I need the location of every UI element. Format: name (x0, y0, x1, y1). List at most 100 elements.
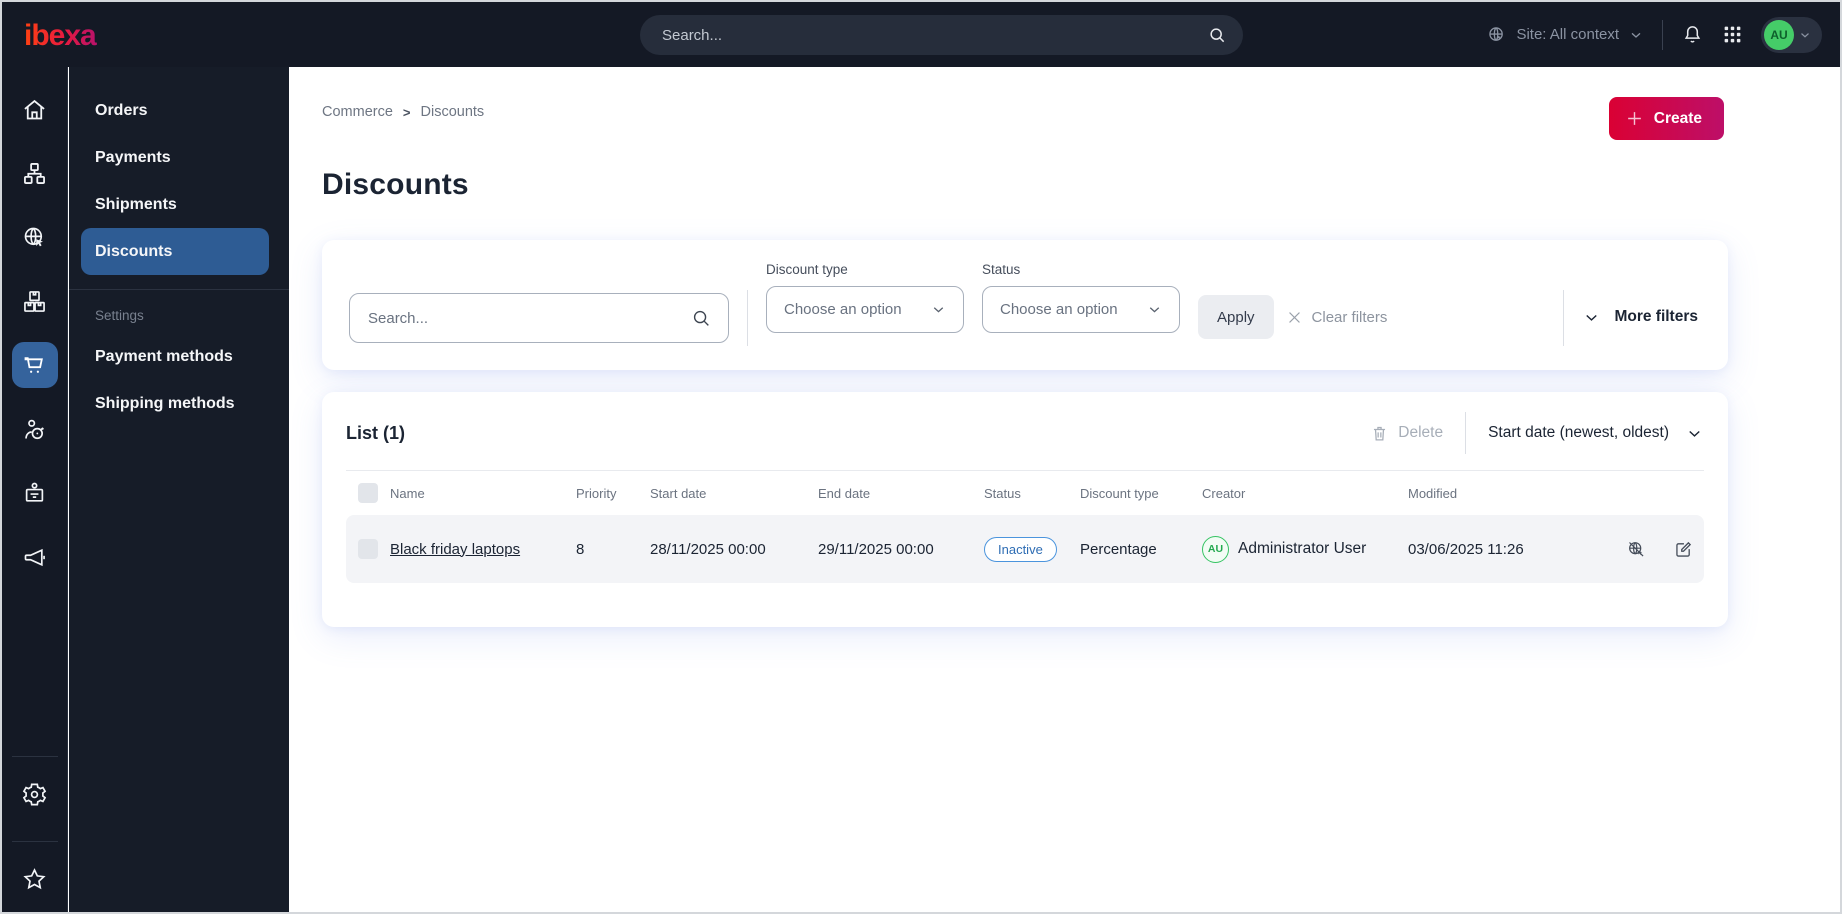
gear-icon (21, 781, 48, 808)
menu-item-payments[interactable]: Payments (81, 134, 269, 181)
menu-item-discounts[interactable]: Discounts (81, 228, 269, 275)
chevron-down-icon (1685, 424, 1704, 443)
discount-priority: 8 (576, 540, 585, 558)
chevron-down-icon (1146, 301, 1163, 318)
delete-button[interactable]: Delete (1370, 424, 1443, 443)
topbar: ibexa Search... Site: All context AU (2, 2, 1840, 67)
table-header-row: Name Priority Start date End date Status… (346, 471, 1704, 515)
menu-item-shipping-methods[interactable]: Shipping methods (81, 380, 269, 427)
discount-type-value-cell: Percentage (1080, 540, 1157, 558)
column-header-discount-type: Discount type (1080, 485, 1159, 501)
chevron-down-icon (1798, 28, 1812, 42)
rail-item-admin-settings[interactable] (12, 771, 58, 817)
notifications-button[interactable] (1681, 23, 1704, 46)
close-icon (1286, 309, 1303, 326)
sort-label: Start date (newest, oldest) (1488, 424, 1669, 441)
creator-name: Administrator User (1238, 540, 1367, 557)
topbar-divider (1662, 19, 1663, 50)
rail-item-id-badge[interactable] (12, 470, 58, 516)
chevron-down-icon (930, 301, 947, 318)
column-header-priority: Priority (576, 485, 617, 501)
breadcrumb-separator: > (402, 104, 411, 120)
select-all-checkbox[interactable] (358, 483, 378, 503)
creator-avatar: AU (1202, 535, 1229, 563)
row-checkbox[interactable] (358, 539, 378, 559)
list-divider (1465, 412, 1467, 454)
edit-icon (1673, 539, 1694, 560)
rail-item-content-tree[interactable] (12, 150, 58, 196)
customer-target-icon (21, 416, 48, 443)
rail-item-site[interactable] (12, 214, 58, 260)
menu-section-settings: Settings (95, 308, 144, 323)
site-context-selector[interactable]: Site: All context (1486, 24, 1644, 45)
site-globe-cursor-icon (21, 224, 48, 251)
more-filters-label: More filters (1614, 308, 1698, 325)
column-header-creator: Creator (1202, 485, 1246, 501)
avatar: AU (1764, 19, 1794, 50)
rail-item-bookmarks[interactable] (12, 856, 58, 902)
filter-divider (1563, 290, 1565, 346)
discount-search-input[interactable]: Search... (349, 293, 729, 343)
icon-rail (2, 67, 68, 912)
status-label: Status (982, 262, 1021, 277)
rail-item-products[interactable] (12, 278, 58, 324)
star-icon (21, 866, 48, 893)
discount-search-placeholder: Search... (368, 309, 429, 327)
column-header-start-date: Start date (650, 485, 707, 501)
commerce-cart-icon (21, 352, 48, 379)
site-context-label: Site: All context (1516, 26, 1619, 43)
search-icon (690, 307, 712, 329)
sort-select[interactable]: Start date (newest, oldest) (1488, 424, 1704, 443)
menu-item-payment-methods[interactable]: Payment methods (81, 333, 269, 380)
discount-type-label: Discount type (766, 262, 848, 277)
ibexa-logo-icon: ibexa (24, 19, 98, 52)
menu-divider (69, 289, 289, 290)
rail-item-customers[interactable] (12, 406, 58, 452)
discount-end-date: 29/11/2025 00:00 (818, 540, 934, 558)
rail-item-marketing[interactable] (12, 534, 58, 580)
notifications-bell-icon (1681, 23, 1704, 46)
breadcrumb: Commerce > Discounts (322, 97, 484, 120)
breadcrumb-commerce[interactable]: Commerce (322, 104, 393, 120)
column-header-name: Name (390, 485, 425, 501)
column-header-status: Status (984, 485, 1021, 501)
menu-item-shipments[interactable]: Shipments (81, 181, 269, 228)
home-icon (21, 96, 48, 123)
delete-button-label: Delete (1398, 424, 1444, 441)
rail-divider (11, 841, 58, 842)
filter-divider (747, 290, 748, 346)
create-button[interactable]: Create (1608, 97, 1724, 140)
app-switcher-button[interactable] (1722, 24, 1743, 45)
global-search-input[interactable]: Search... (640, 15, 1243, 55)
discount-start-date: 28/11/2025 00:00 (650, 540, 766, 558)
menu-item-orders[interactable]: Orders (81, 87, 269, 134)
status-select[interactable]: Choose an option (982, 286, 1180, 333)
chevron-down-icon (1628, 27, 1644, 43)
app-grid-icon (1722, 24, 1743, 45)
more-filters-button[interactable]: More filters (1582, 295, 1702, 339)
list-title: List (1) (346, 422, 406, 443)
trash-icon (1370, 424, 1389, 443)
user-menu[interactable]: AU (1761, 16, 1822, 53)
edit-button[interactable] (1673, 539, 1694, 560)
svg-text:ibexa: ibexa (24, 19, 97, 52)
rail-item-commerce[interactable] (11, 342, 58, 388)
chevron-down-icon (1582, 308, 1601, 327)
preview-disabled-icon (1626, 539, 1647, 560)
site-context-globe-icon (1486, 24, 1507, 45)
rail-item-dashboard[interactable] (12, 86, 58, 132)
preview-disabled-button[interactable] (1626, 539, 1647, 560)
clear-filters-label: Clear filters (1311, 308, 1388, 326)
clear-filters-button[interactable]: Clear filters (1274, 295, 1400, 339)
discounts-list: List (1) Delete Start date (newest, olde… (322, 392, 1728, 627)
discount-type-value: Choose an option (784, 301, 902, 318)
rail-divider (11, 756, 58, 757)
breadcrumb-discounts[interactable]: Discounts (421, 104, 485, 120)
ibexa-logo[interactable]: ibexa (2, 16, 289, 54)
discount-name-link[interactable]: Black friday laptops (390, 541, 520, 558)
megaphone-icon (21, 544, 48, 571)
discount-type-select[interactable]: Choose an option (766, 286, 964, 333)
apply-button[interactable]: Apply (1198, 295, 1274, 339)
status-badge: Inactive (984, 536, 1057, 562)
plus-icon (1625, 109, 1644, 128)
